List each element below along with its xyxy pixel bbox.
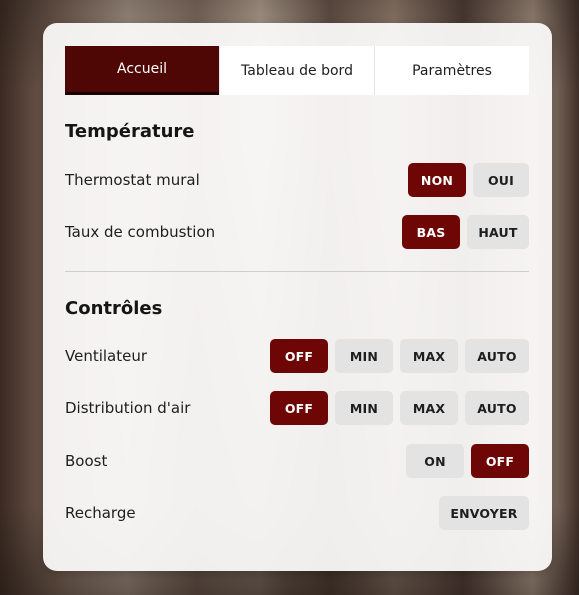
section-divider	[65, 271, 529, 272]
tab-accueil[interactable]: Accueil	[65, 46, 219, 95]
boost-toggle: ON OFF	[406, 444, 529, 478]
row-combustion: Taux de combustion BAS HAUT	[65, 215, 529, 249]
ventilateur-off-button[interactable]: OFF	[270, 339, 328, 373]
ventilateur-max-button[interactable]: MAX	[400, 339, 458, 373]
ventilateur-min-button[interactable]: MIN	[335, 339, 393, 373]
row-distribution: Distribution d'air OFF MIN MAX AUTO	[65, 391, 529, 425]
envoyer-button[interactable]: ENVOYER	[439, 496, 529, 530]
combustion-haut-button[interactable]: HAUT	[467, 215, 529, 249]
boost-off-button[interactable]: OFF	[471, 444, 529, 478]
row-ventilateur: Ventilateur OFF MIN MAX AUTO	[65, 339, 529, 373]
boost-on-button[interactable]: ON	[406, 444, 464, 478]
row-boost: Boost ON OFF	[65, 444, 529, 478]
control-panel: Accueil Tableau de bord Paramètres Tempé…	[43, 23, 552, 571]
boost-label: Boost	[65, 452, 108, 470]
thermostat-toggle: NON OUI	[408, 163, 529, 197]
distribution-options: OFF MIN MAX AUTO	[270, 391, 529, 425]
distribution-off-button[interactable]: OFF	[270, 391, 328, 425]
distribution-max-button[interactable]: MAX	[400, 391, 458, 425]
section-title-controles: Contrôles	[65, 298, 163, 319]
distribution-auto-button[interactable]: AUTO	[465, 391, 529, 425]
thermostat-oui-button[interactable]: OUI	[473, 163, 529, 197]
tab-parametres[interactable]: Paramètres	[374, 46, 529, 95]
combustion-label: Taux de combustion	[65, 223, 216, 241]
ventilateur-auto-button[interactable]: AUTO	[465, 339, 529, 373]
distribution-label: Distribution d'air	[65, 399, 191, 417]
row-recharge: Recharge ENVOYER	[65, 496, 529, 530]
recharge-actions: ENVOYER	[439, 496, 529, 530]
tab-bar: Accueil Tableau de bord Paramètres	[65, 46, 529, 95]
recharge-label: Recharge	[65, 504, 136, 522]
combustion-toggle: BAS HAUT	[402, 215, 529, 249]
row-thermostat: Thermostat mural NON OUI	[65, 163, 529, 197]
thermostat-non-button[interactable]: NON	[408, 163, 466, 197]
tab-tableau-de-bord[interactable]: Tableau de bord	[219, 46, 374, 95]
combustion-bas-button[interactable]: BAS	[402, 215, 460, 249]
ventilateur-options: OFF MIN MAX AUTO	[270, 339, 529, 373]
ventilateur-label: Ventilateur	[65, 347, 148, 365]
section-title-temperature: Température	[65, 121, 195, 142]
distribution-min-button[interactable]: MIN	[335, 391, 393, 425]
thermostat-label: Thermostat mural	[65, 171, 200, 189]
